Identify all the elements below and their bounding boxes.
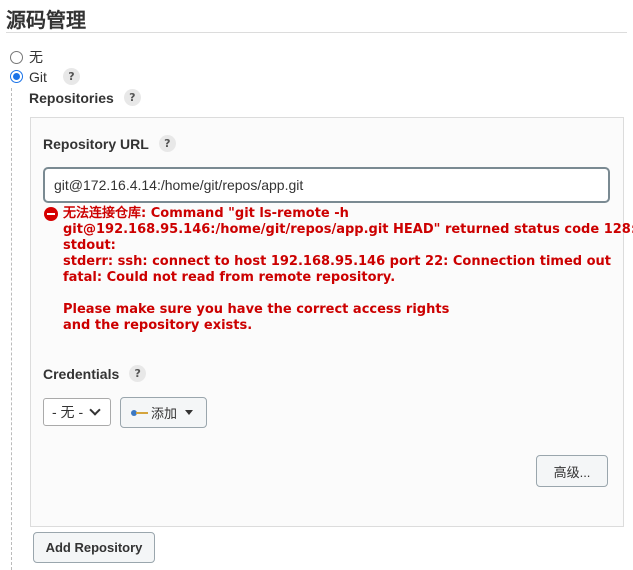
repository-url-heading: Repository URL ? xyxy=(43,135,176,152)
error-line: 无法连接仓库: Command "git ls-remote -h xyxy=(63,206,349,221)
chevron-down-icon xyxy=(89,404,101,416)
advanced-button[interactable]: 高级... xyxy=(536,455,608,487)
error-line: stderr: ssh: connect to host 192.168.95.… xyxy=(63,254,612,269)
radio-none[interactable] xyxy=(10,50,23,64)
error-line: git@192.168.95.146:/home/git/repos/app.g… xyxy=(63,222,633,237)
key-icon xyxy=(131,408,149,418)
error-line: stdout: xyxy=(63,238,116,253)
repositories-heading: Repositories ? xyxy=(29,89,141,106)
credentials-heading: Credentials ? xyxy=(43,365,147,382)
error-line xyxy=(63,286,604,302)
error-line: Please make sure you have the correct ac… xyxy=(63,302,450,317)
repositories-help-icon[interactable]: ? xyxy=(123,89,141,106)
repository-url-label: Repository URL xyxy=(43,135,149,152)
repository-url-help-icon[interactable]: ? xyxy=(158,135,176,152)
git-help-icon[interactable]: ? xyxy=(62,68,80,85)
add-credentials-button[interactable]: 添加 xyxy=(120,397,207,428)
credentials-help-icon[interactable]: ? xyxy=(129,365,147,382)
scm-option-git[interactable]: Git ? xyxy=(10,68,80,85)
radio-git[interactable] xyxy=(10,70,23,83)
repositories-label: Repositories xyxy=(29,89,114,106)
dropdown-caret-icon xyxy=(185,410,194,415)
connection-error-message: 无法连接仓库: Command "git ls-remote -h git@19… xyxy=(44,206,633,334)
scm-option-none[interactable]: 无 xyxy=(10,47,43,67)
section-title: 源码管理 xyxy=(6,8,86,32)
credentials-select[interactable]: - 无 - xyxy=(43,398,111,426)
credentials-label: Credentials xyxy=(43,365,120,382)
add-credentials-label: 添加 xyxy=(151,406,178,421)
scm-option-none-label: 无 xyxy=(29,49,43,65)
repository-url-input[interactable]: git@172.16.4.14:/home/git/repos/app.git xyxy=(43,167,610,203)
credentials-selected-value: - 无 - xyxy=(52,404,84,420)
error-stop-icon xyxy=(44,207,58,221)
git-section-guide xyxy=(11,88,12,570)
section-divider xyxy=(6,32,627,33)
scm-option-git-label: Git xyxy=(29,68,47,85)
add-repository-button[interactable]: Add Repository xyxy=(33,532,155,563)
error-line: and the repository exists. xyxy=(63,318,253,333)
error-line: fatal: Could not read from remote reposi… xyxy=(63,270,396,285)
